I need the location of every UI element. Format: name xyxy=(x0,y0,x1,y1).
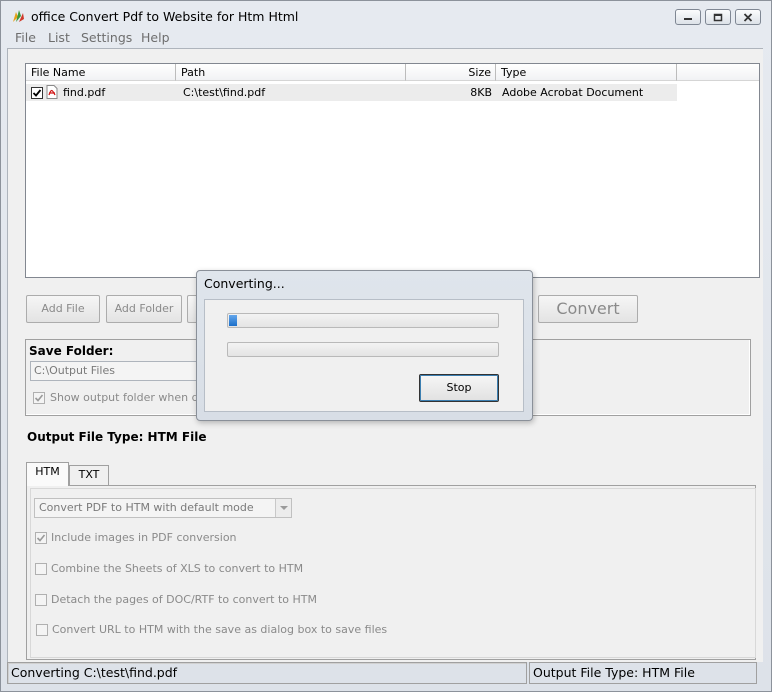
dialog-title: Converting... xyxy=(204,276,285,291)
combine-sheets-label: Combine the Sheets of XLS to convert to … xyxy=(51,562,304,575)
add-folder-button[interactable]: Add Folder xyxy=(106,295,182,323)
close-icon xyxy=(743,12,753,22)
combine-sheets-checkbox[interactable] xyxy=(35,563,47,575)
file-list[interactable]: File Name Path Size Type find.pdf C:\tes… xyxy=(25,63,760,278)
app-icon xyxy=(13,10,24,22)
menu-help[interactable]: Help xyxy=(141,30,170,45)
row-path: C:\test\find.pdf xyxy=(183,86,266,99)
progress-bar-total xyxy=(227,342,499,357)
row-checkbox[interactable] xyxy=(31,87,43,99)
column-header-file-name[interactable]: File Name xyxy=(26,64,176,81)
window-title: office Convert Pdf to Website for Htm Ht… xyxy=(31,9,299,24)
column-header-path[interactable]: Path xyxy=(176,64,406,81)
restore-icon xyxy=(713,13,723,21)
show-output-folder-label: Show output folder when done xyxy=(50,391,220,404)
conversion-mode-select[interactable]: Convert PDF to HTM with default mode xyxy=(34,498,292,518)
row-size: 8KB xyxy=(470,86,492,99)
output-file-type-label: Output File Type: HTM File xyxy=(27,430,207,444)
save-folder-label: Save Folder: xyxy=(29,344,114,358)
include-images-checkbox[interactable] xyxy=(35,532,47,544)
tab-txt[interactable]: TXT xyxy=(69,465,109,485)
maximize-button[interactable] xyxy=(705,9,731,25)
menu-file[interactable]: File xyxy=(15,30,36,45)
convert-url-checkbox[interactable] xyxy=(36,624,48,636)
show-output-folder-checkbox[interactable] xyxy=(33,392,45,404)
conversion-mode-value: Convert PDF to HTM with default mode xyxy=(39,501,254,514)
progress-bar-file xyxy=(227,313,499,328)
save-folder-input[interactable]: C:\Output Files xyxy=(30,361,220,381)
progress-fill-file xyxy=(229,315,237,326)
convert-button[interactable]: Convert xyxy=(538,295,638,323)
stop-button[interactable]: Stop xyxy=(419,374,499,402)
check-icon xyxy=(34,394,44,402)
menu-settings[interactable]: Settings xyxy=(81,30,132,45)
chevron-down-icon[interactable] xyxy=(275,499,291,517)
minimize-icon xyxy=(684,18,692,20)
tab-htm[interactable]: HTM xyxy=(26,462,69,486)
include-images-label: Include images in PDF conversion xyxy=(51,531,237,544)
table-row[interactable]: find.pdf C:\test\find.pdf 8KB Adobe Acro… xyxy=(26,84,677,101)
add-file-button[interactable]: Add File xyxy=(26,295,100,323)
convert-url-label: Convert URL to HTM with the save as dial… xyxy=(52,623,388,636)
row-type: Adobe Acrobat Document xyxy=(502,86,644,99)
detach-pages-checkbox[interactable] xyxy=(35,594,47,606)
pdf-file-icon xyxy=(46,85,58,99)
status-bar-progress: Converting C:\test\find.pdf xyxy=(7,662,527,684)
minimize-button[interactable] xyxy=(675,9,701,25)
check-icon xyxy=(36,534,46,542)
status-bar-output-type: Output File Type: HTM File xyxy=(529,662,757,684)
close-button[interactable] xyxy=(735,9,761,25)
column-header-empty xyxy=(677,64,759,81)
menu-list[interactable]: List xyxy=(48,30,70,45)
column-header-type[interactable]: Type xyxy=(496,64,677,81)
check-icon xyxy=(32,89,42,97)
column-header-size[interactable]: Size xyxy=(406,64,496,81)
detach-pages-label: Detach the pages of DOC/RTF to convert t… xyxy=(51,593,317,606)
row-file-name: find.pdf xyxy=(63,86,106,99)
